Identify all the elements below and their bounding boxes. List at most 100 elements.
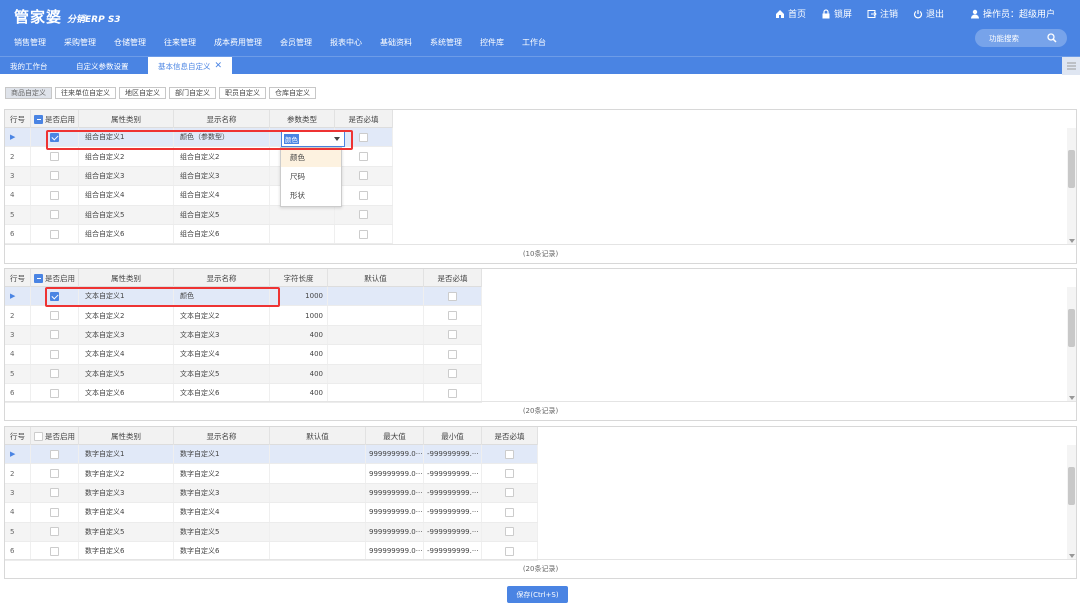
enabled-cell[interactable] — [31, 166, 79, 186]
subtab-item[interactable]: 往来单位自定义 — [55, 87, 116, 99]
required-checkbox[interactable] — [448, 291, 457, 301]
menu-item[interactable]: 基础资料 — [380, 37, 412, 48]
vertical-scrollbar[interactable] — [1067, 287, 1076, 401]
enabled-checkbox[interactable] — [50, 210, 59, 220]
scrollbar-thumb[interactable] — [1068, 467, 1075, 505]
required-cell[interactable] — [482, 483, 538, 503]
dropdown-option-size[interactable]: 尺码 — [281, 167, 341, 186]
menu-item[interactable]: 仓储管理 — [114, 37, 146, 48]
table-row[interactable]: 2 文本自定义2 文本自定义2 1000 — [5, 306, 482, 326]
display-name[interactable]: 数字自定义6 — [174, 542, 270, 561]
required-checkbox[interactable] — [505, 527, 514, 537]
required-checkbox[interactable] — [448, 330, 457, 340]
header-checkbox[interactable] — [34, 114, 43, 124]
default-value[interactable] — [328, 287, 424, 306]
menu-item[interactable]: 工作台 — [522, 37, 546, 48]
menu-item[interactable]: 系统管理 — [430, 37, 462, 48]
required-cell[interactable] — [335, 166, 393, 186]
display-name[interactable]: 数字自定义5 — [174, 522, 270, 541]
default-value[interactable] — [270, 542, 366, 561]
required-checkbox[interactable] — [448, 388, 457, 398]
max-value[interactable]: 999999999.0··· — [366, 483, 424, 503]
table-row[interactable]: ▶ 数字自定义1 数字自定义1 999999999.0··· -999999999.··… — [5, 445, 538, 465]
table-row[interactable]: 6 组合自定义6 组合自定义6 — [5, 225, 393, 245]
enabled-checkbox[interactable] — [50, 291, 59, 301]
required-cell[interactable] — [424, 287, 482, 306]
enabled-checkbox[interactable] — [50, 132, 59, 142]
dropdown-option-shape[interactable]: 形状 — [281, 186, 341, 205]
header-checkbox[interactable] — [34, 431, 43, 441]
lock-button[interactable]: 锁屏 — [821, 7, 852, 20]
subtab-item[interactable]: 商品自定义 — [5, 87, 52, 99]
display-name[interactable]: 数字自定义1 — [174, 445, 270, 464]
tab-basic-info-custom[interactable]: 基本信息自定义 ✕ — [148, 57, 233, 75]
display-name[interactable]: 数字自定义2 — [174, 464, 270, 483]
enabled-cell[interactable] — [31, 483, 79, 503]
param-type-select[interactable]: 颜色 — [281, 130, 345, 147]
display-name[interactable]: 组合自定义3 — [174, 166, 270, 186]
enabled-cell[interactable] — [31, 522, 79, 541]
char-length[interactable]: 400 — [270, 364, 328, 383]
enabled-checkbox[interactable] — [50, 369, 59, 379]
display-name[interactable]: 组合自定义4 — [174, 186, 270, 205]
enabled-cell[interactable] — [31, 186, 79, 205]
enabled-checkbox[interactable] — [50, 330, 59, 340]
menu-item[interactable]: 报表中心 — [330, 37, 362, 48]
required-cell[interactable] — [424, 384, 482, 403]
required-cell[interactable] — [424, 345, 482, 364]
vertical-scrollbar[interactable] — [1067, 128, 1076, 244]
min-value[interactable]: -999999999.··· — [424, 445, 482, 464]
enabled-checkbox[interactable] — [50, 311, 59, 321]
table-row[interactable]: 2 数字自定义2 数字自定义2 999999999.0··· -999999999.··… — [5, 464, 538, 484]
default-value[interactable] — [328, 364, 424, 383]
display-name[interactable]: 组合自定义6 — [174, 225, 270, 244]
enabled-cell[interactable] — [31, 464, 79, 483]
enabled-cell[interactable] — [31, 542, 79, 561]
display-name[interactable]: 组合自定义5 — [174, 205, 270, 224]
default-value[interactable] — [328, 345, 424, 364]
scroll-down-icon[interactable] — [1069, 396, 1075, 400]
enabled-checkbox[interactable] — [50, 449, 59, 459]
function-search-input[interactable]: 功能搜索 — [975, 29, 1067, 47]
tab-close-icon[interactable]: ✕ — [215, 61, 223, 71]
required-cell[interactable] — [482, 542, 538, 561]
default-value[interactable] — [270, 503, 366, 522]
table-row[interactable]: 4 数字自定义4 数字自定义4 999999999.0··· -999999999.··… — [5, 503, 538, 523]
required-checkbox[interactable] — [448, 349, 457, 359]
required-cell[interactable] — [482, 464, 538, 483]
enabled-checkbox[interactable] — [50, 190, 59, 200]
enabled-checkbox[interactable] — [50, 229, 59, 239]
required-cell[interactable] — [335, 225, 393, 244]
enabled-checkbox[interactable] — [50, 527, 59, 537]
char-length[interactable]: 400 — [270, 345, 328, 364]
required-checkbox[interactable] — [359, 132, 368, 142]
table-row[interactable]: 5 文本自定义5 文本自定义5 400 — [5, 364, 482, 384]
max-value[interactable]: 999999999.0··· — [366, 464, 424, 483]
enabled-checkbox[interactable] — [50, 388, 59, 398]
min-value[interactable]: -999999999.··· — [424, 483, 482, 503]
required-cell[interactable] — [482, 503, 538, 522]
required-checkbox[interactable] — [505, 546, 514, 556]
menu-item[interactable]: 往来管理 — [164, 37, 196, 48]
required-checkbox[interactable] — [448, 369, 457, 379]
enabled-checkbox[interactable] — [50, 488, 59, 498]
required-checkbox[interactable] — [359, 190, 368, 200]
enabled-checkbox[interactable] — [50, 349, 59, 359]
display-name[interactable]: 文本自定义2 — [174, 306, 270, 325]
menu-item[interactable]: 采购管理 — [64, 37, 96, 48]
enabled-cell[interactable] — [31, 128, 79, 147]
default-value[interactable] — [328, 306, 424, 325]
enabled-cell[interactable] — [31, 503, 79, 522]
save-button[interactable]: 保存(Ctrl+S) — [507, 586, 568, 603]
subtab-item[interactable]: 地区自定义 — [119, 87, 166, 99]
char-length[interactable]: 400 — [270, 384, 328, 403]
enabled-checkbox[interactable] — [50, 469, 59, 479]
char-length[interactable]: 1000 — [270, 306, 328, 325]
enabled-checkbox[interactable] — [50, 507, 59, 517]
tab-my-workbench[interactable]: 我的工作台 — [0, 57, 58, 75]
scrollbar-thumb[interactable] — [1068, 309, 1075, 347]
display-name[interactable]: 文本自定义4 — [174, 345, 270, 364]
required-cell[interactable] — [335, 147, 393, 166]
exit-button[interactable]: 退出 — [913, 7, 944, 20]
default-value[interactable] — [270, 522, 366, 541]
